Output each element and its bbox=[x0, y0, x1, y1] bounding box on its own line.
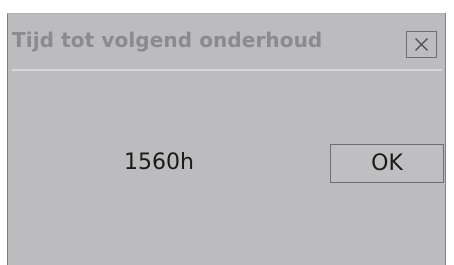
title-separator bbox=[12, 69, 442, 71]
dialog-title-bar: Tijd tot volgend onderhoud bbox=[8, 14, 445, 68]
maintenance-dialog: Tijd tot volgend onderhoud 1560h OK bbox=[7, 13, 446, 265]
close-icon bbox=[415, 38, 428, 51]
ok-button-label: OK bbox=[371, 151, 403, 176]
ok-button[interactable]: OK bbox=[330, 144, 444, 183]
dialog-title: Tijd tot volgend onderhoud bbox=[12, 28, 323, 52]
close-button[interactable] bbox=[406, 31, 437, 58]
hours-remaining-value: 1560h bbox=[124, 150, 194, 175]
